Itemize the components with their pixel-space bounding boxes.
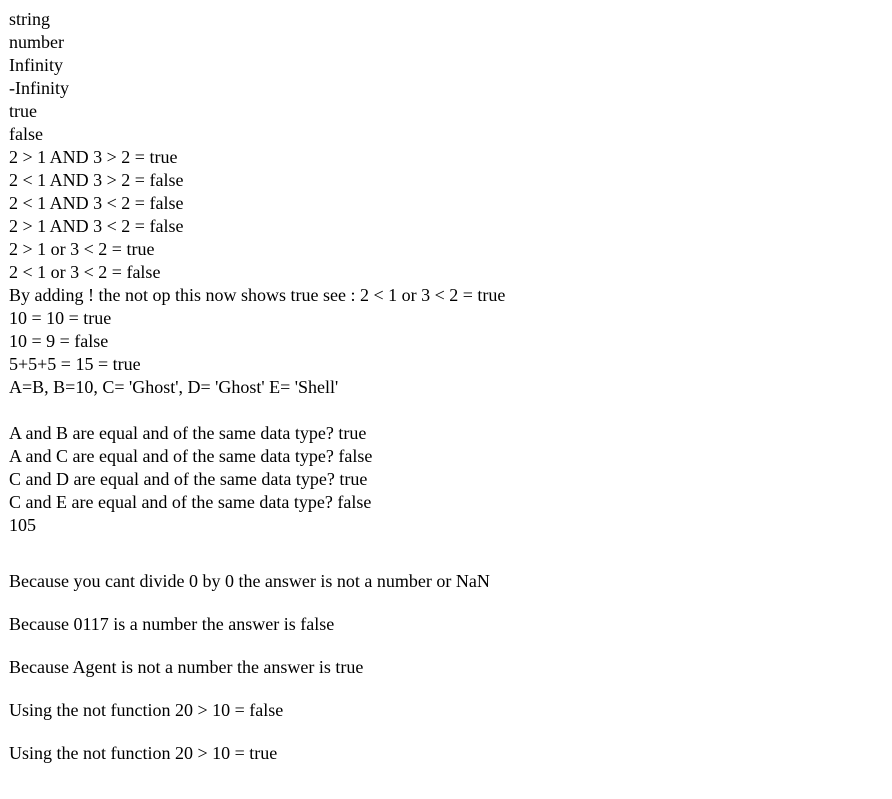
output-line: true xyxy=(9,101,37,121)
output-line: string xyxy=(9,9,51,29)
output-line: -Infinity xyxy=(9,78,69,98)
output-lines: string number Infinity -Infinity true fa… xyxy=(9,8,892,399)
output-line: A=B, B=10, C= 'Ghost', D= 'Ghost' E= 'Sh… xyxy=(9,377,339,397)
comparison-line: A and B are equal and of the same data t… xyxy=(9,423,367,443)
output-line: By adding ! the not op this now shows tr… xyxy=(9,285,506,305)
comparison-line: C and E are equal and of the same data t… xyxy=(9,492,372,512)
comparison-line: A and C are equal and of the same data t… xyxy=(9,446,373,466)
page-body: string number Infinity -Infinity true fa… xyxy=(0,0,892,765)
output-line: false xyxy=(9,124,43,144)
explanation-paragraph: Because you cant divide 0 by 0 the answe… xyxy=(9,571,490,591)
output-line: 2 < 1 AND 3 > 2 = false xyxy=(9,170,184,190)
output-line: number xyxy=(9,32,64,52)
output-line: 2 < 1 AND 3 < 2 = false xyxy=(9,193,184,213)
explanation-paragraph: Using the not function 20 > 10 = true xyxy=(9,743,278,763)
output-line: 5+5+5 = 15 = true xyxy=(9,354,141,374)
explanation-paragraphs: Because you cant divide 0 by 0 the answe… xyxy=(9,570,892,765)
line-break xyxy=(9,399,892,422)
explanation-paragraph: Because Agent is not a number the answer… xyxy=(9,657,364,677)
output-line: 10 = 9 = false xyxy=(9,331,109,351)
output-line: 2 > 1 AND 3 > 2 = true xyxy=(9,147,178,167)
comparison-line: C and D are equal and of the same data t… xyxy=(9,469,368,489)
output-line: 10 = 10 = true xyxy=(9,308,112,328)
output-line: Infinity xyxy=(9,55,63,75)
output-line: 2 < 1 or 3 < 2 = false xyxy=(9,262,161,282)
explanation-paragraph: Because 0117 is a number the answer is f… xyxy=(9,614,335,634)
output-line: 2 > 1 AND 3 < 2 = false xyxy=(9,216,184,236)
explanation-paragraph: Using the not function 20 > 10 = false xyxy=(9,700,284,720)
comparison-lines: A and B are equal and of the same data t… xyxy=(9,422,892,537)
comparison-line: 105 xyxy=(9,515,36,535)
output-line: 2 > 1 or 3 < 2 = true xyxy=(9,239,155,259)
